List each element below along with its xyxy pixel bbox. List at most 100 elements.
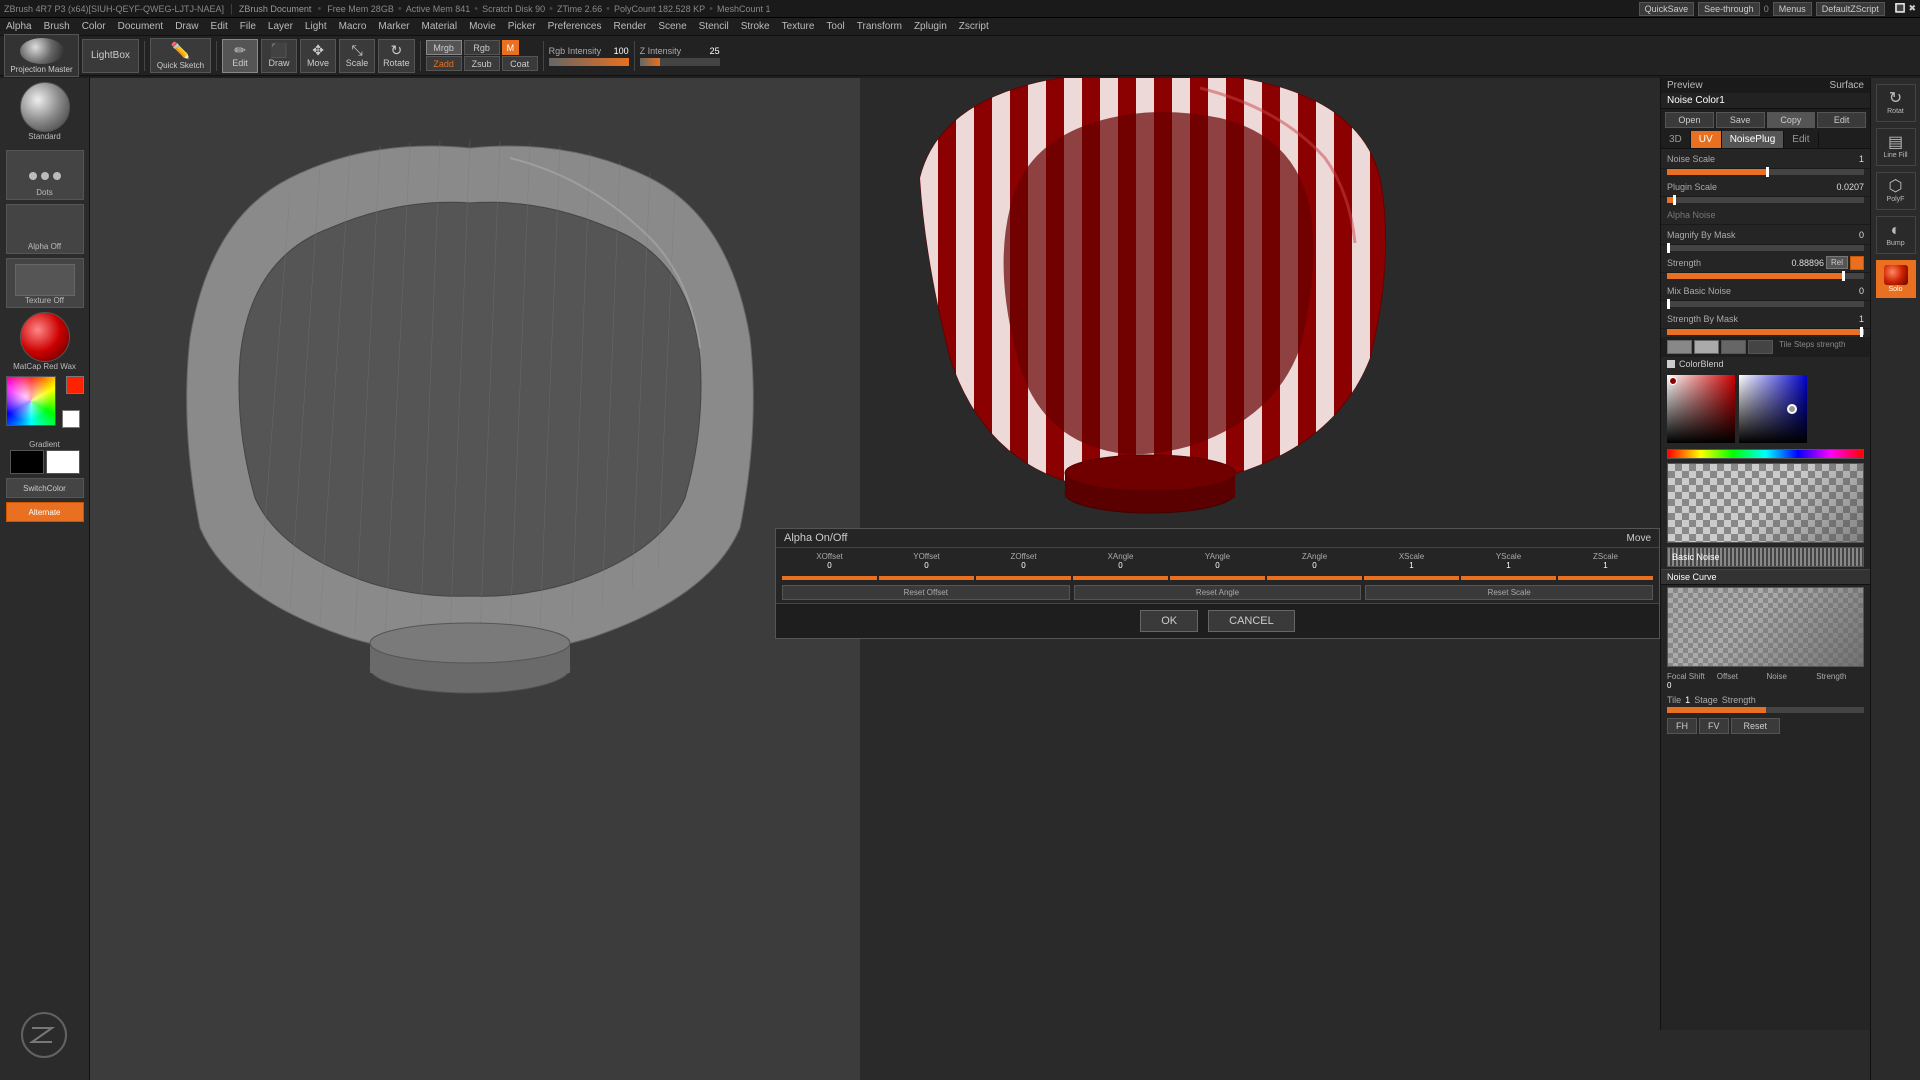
menu-light[interactable]: Light: [299, 20, 333, 33]
cancel-button[interactable]: CANCEL: [1208, 610, 1295, 632]
yangle-slider[interactable]: [1170, 576, 1265, 580]
tile-slider[interactable]: [1661, 707, 1870, 715]
gradient-white[interactable]: [46, 450, 80, 474]
draw-btn[interactable]: ⬛ Draw: [261, 39, 297, 73]
yoffset-slider[interactable]: [879, 576, 974, 580]
texture-off-btn[interactable]: Texture Off: [6, 258, 84, 308]
yscale-slider[interactable]: [1461, 576, 1556, 580]
menus-btn[interactable]: Menus: [1773, 2, 1812, 16]
see-through-btn[interactable]: See-through: [1698, 2, 1760, 16]
menu-color[interactable]: Color: [76, 20, 112, 33]
edit-btn[interactable]: Edit: [1817, 112, 1866, 128]
matcap-btn[interactable]: MatCap Red Wax: [6, 312, 84, 372]
alternate-btn[interactable]: Alternate: [6, 502, 84, 522]
color-btn-1[interactable]: [1667, 340, 1692, 354]
menu-alpha[interactable]: Alpha: [0, 20, 38, 33]
canvas-left[interactable]: [90, 78, 860, 1080]
tab-uv[interactable]: UV: [1691, 131, 1722, 148]
basic-noise-preview[interactable]: Basic Noise: [1667, 547, 1864, 567]
gradient-black[interactable]: [10, 450, 44, 474]
rotate-btn-right[interactable]: ↻ Rotat: [1876, 84, 1916, 122]
fv-btn[interactable]: FV: [1699, 718, 1729, 734]
menu-preferences[interactable]: Preferences: [542, 20, 608, 33]
magnify-by-mask-slider[interactable]: [1661, 245, 1870, 253]
m-indicator[interactable]: M: [502, 40, 520, 55]
xoffset-slider[interactable]: [782, 576, 877, 580]
rgb-intensity-slider[interactable]: [549, 58, 629, 66]
rgb-btn[interactable]: Rgb: [464, 40, 500, 55]
z-intensity-slider[interactable]: [640, 58, 720, 66]
menu-zplugin[interactable]: Zplugin: [908, 20, 953, 33]
solo-btn[interactable]: Solo: [1876, 260, 1916, 298]
line-fill-btn[interactable]: ▤ Line Fill: [1876, 128, 1916, 166]
menu-tool[interactable]: Tool: [820, 20, 850, 33]
zoffset-slider[interactable]: [976, 576, 1071, 580]
quick-sketch-btn[interactable]: ✏️ Quick Sketch: [150, 38, 211, 73]
polyf-btn[interactable]: ⬡ PolyF: [1876, 172, 1916, 210]
ok-button[interactable]: OK: [1140, 610, 1198, 632]
plugin-scale-slider[interactable]: [1661, 197, 1870, 205]
colorblend-toggle[interactable]: [1667, 360, 1675, 368]
menu-layer[interactable]: Layer: [262, 20, 299, 33]
menu-material[interactable]: Material: [416, 20, 464, 33]
color-picker-right[interactable]: [1739, 375, 1807, 443]
menu-texture[interactable]: Texture: [776, 20, 821, 33]
mix-basic-noise-slider[interactable]: [1661, 301, 1870, 309]
switch-color-btn[interactable]: SwitchColor: [6, 478, 84, 498]
menu-zscript[interactable]: Zscript: [953, 20, 995, 33]
menu-picker[interactable]: Picker: [502, 20, 542, 33]
menu-marker[interactable]: Marker: [372, 20, 415, 33]
zscale-slider[interactable]: [1558, 576, 1653, 580]
rotate-btn[interactable]: ↻ Rotate: [378, 39, 415, 73]
canvas-right[interactable]: [860, 78, 1660, 528]
menu-stencil[interactable]: Stencil: [693, 20, 735, 33]
strength-slider[interactable]: [1661, 273, 1870, 281]
menu-stroke[interactable]: Stroke: [735, 20, 776, 33]
menu-brush[interactable]: Brush: [38, 20, 76, 33]
standard-material-btn[interactable]: Standard: [6, 82, 84, 146]
menu-transform[interactable]: Transform: [851, 20, 908, 33]
copy-btn[interactable]: Copy: [1767, 112, 1816, 128]
noise-scale-slider[interactable]: [1661, 169, 1870, 177]
reset-offset-btn[interactable]: Reset Offset: [782, 585, 1070, 600]
dots-brush-btn[interactable]: Dots: [6, 150, 84, 200]
tab-noiseplug[interactable]: NoisePlug: [1722, 131, 1785, 148]
strength-by-mask-slider[interactable]: [1661, 329, 1870, 337]
tab-edit[interactable]: Edit: [1784, 131, 1818, 148]
alpha-off-btn[interactable]: Alpha Off: [6, 204, 84, 254]
reset-angle-btn[interactable]: Reset Angle: [1074, 585, 1362, 600]
color-picker-btn[interactable]: [6, 376, 84, 436]
tab-3d[interactable]: 3D: [1661, 131, 1691, 148]
move-btn[interactable]: ✥ Move: [300, 39, 336, 73]
open-btn[interactable]: Open: [1665, 112, 1714, 128]
menu-render[interactable]: Render: [608, 20, 653, 33]
edit-btn[interactable]: ✏ Edit: [222, 39, 258, 73]
color-btn-2[interactable]: [1694, 340, 1719, 354]
lightbox-btn[interactable]: LightBox: [82, 39, 139, 73]
rel-btn[interactable]: Rel: [1826, 256, 1848, 269]
zangle-slider[interactable]: [1267, 576, 1362, 580]
noise-curve-preview[interactable]: [1667, 587, 1864, 667]
zsub-btn[interactable]: Zsub: [464, 56, 500, 71]
save-btn[interactable]: Save: [1716, 112, 1765, 128]
strength-color-indicator[interactable]: [1850, 256, 1864, 270]
menu-edit[interactable]: Edit: [205, 20, 234, 33]
color-btn-3[interactable]: [1721, 340, 1746, 354]
default-zscript-btn[interactable]: DefaultZScript: [1816, 2, 1885, 16]
projection-master-btn[interactable]: Projection Master: [4, 34, 79, 77]
menu-document[interactable]: Document: [112, 20, 170, 33]
menu-file[interactable]: File: [234, 20, 262, 33]
menu-scene[interactable]: Scene: [652, 20, 692, 33]
color-picker-left[interactable]: [1667, 375, 1735, 443]
scale-btn[interactable]: ⤡ Scale: [339, 39, 375, 73]
fh-btn[interactable]: FH: [1667, 718, 1697, 734]
reset-btn[interactable]: Reset: [1731, 718, 1781, 734]
zadd-btn[interactable]: Zadd: [426, 56, 462, 71]
menu-movie[interactable]: Movie: [463, 20, 502, 33]
reset-scale-btn[interactable]: Reset Scale: [1365, 585, 1653, 600]
mrgb-btn[interactable]: Mrgb: [426, 40, 462, 55]
menu-draw[interactable]: Draw: [169, 20, 204, 33]
xangle-slider[interactable]: [1073, 576, 1168, 580]
coat-btn[interactable]: Coat: [502, 56, 538, 71]
hue-bar[interactable]: [1667, 449, 1864, 459]
